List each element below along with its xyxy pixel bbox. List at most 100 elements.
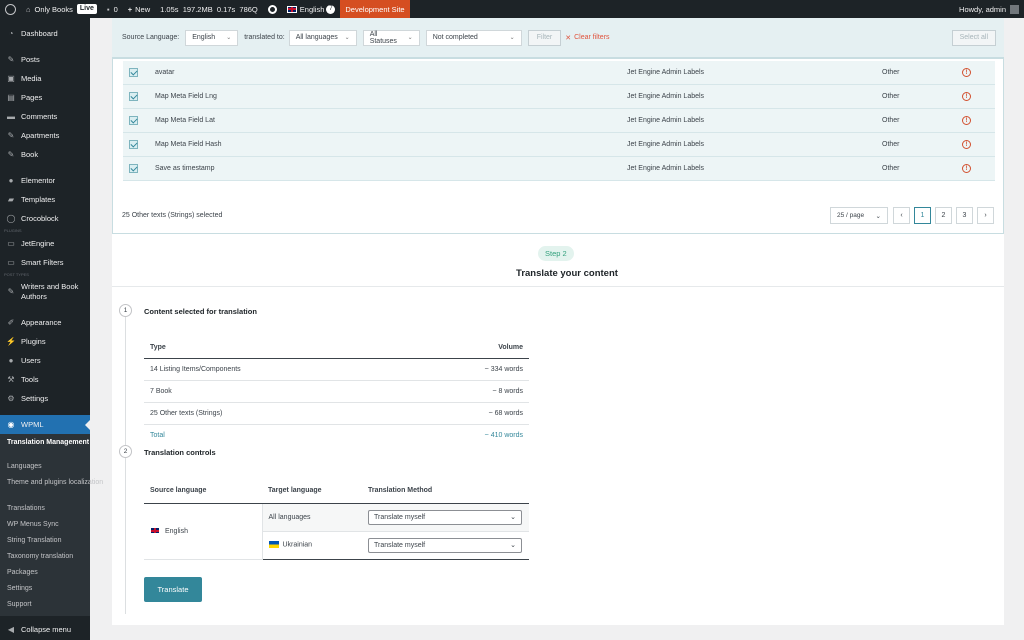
pin-icon: ✎ [7, 149, 15, 159]
select-all-button[interactable]: Select all [951, 29, 996, 46]
chevron-down-icon: ⌄ [407, 35, 413, 41]
plus-icon: + [127, 4, 133, 14]
warning-icon[interactable]: ! [962, 140, 971, 149]
submenu-settings[interactable]: Settings [0, 581, 90, 597]
collapse-menu-button[interactable]: ◀ Collapse menu [0, 620, 90, 639]
sidebar-item-media[interactable]: ▣ Media [0, 69, 90, 88]
target-languages-select[interactable]: All languages ⌄ [288, 29, 357, 46]
method-select-all-languages[interactable]: Translate myself ⌄ [368, 509, 522, 525]
page-3-button[interactable]: 3 [956, 207, 973, 224]
sidebar-item-elementor[interactable]: ● Elementor [0, 171, 90, 190]
sidebar-item-settings[interactable]: ⚙ Settings [0, 389, 90, 408]
comment-icon: ▬ [7, 111, 15, 121]
sidebar-item-tools[interactable]: ⚒ Tools [0, 370, 90, 389]
translated-to-label: translated to: [244, 34, 285, 41]
next-page-button[interactable]: › [977, 207, 994, 224]
prev-page-button[interactable]: ‹ [893, 207, 910, 224]
submenu-string-translation[interactable]: String Translation [0, 533, 90, 549]
clear-filters-link[interactable]: ✕ Clear filters [565, 34, 609, 42]
settings-icon: ⚙ [7, 393, 15, 403]
brush-icon: ✐ [7, 317, 15, 327]
submenu-wp-menus-sync[interactable]: WP Menus Sync [0, 517, 90, 533]
admin-bar: ⌂ Only Books Live ▪ 0 + New 1.05s 197.2MB 0.… [0, 0, 1024, 18]
sidebar-item-jetengine[interactable]: ▭ JetEngine [0, 234, 90, 253]
submenu-support[interactable]: Support [0, 597, 90, 613]
sidebar-item-posts[interactable]: ✎ Posts [0, 50, 90, 69]
chevron-down-icon: ⌄ [344, 35, 350, 41]
sidebar-item-crocoblock[interactable]: ◯ Crocoblock [0, 209, 90, 228]
table-row[interactable]: avatar Jet Engine Admin Labels Other ! [123, 61, 995, 85]
chevron-down-icon: ⌄ [510, 542, 516, 549]
comments-link[interactable]: ▪ 0 [102, 0, 123, 18]
col-type: Type [144, 338, 398, 359]
row-checkbox[interactable] [129, 140, 138, 149]
sidebar-item-dashboard[interactable]: ◔ Dashboard [0, 24, 90, 43]
crocoblock-icon: ◯ [6, 213, 16, 223]
sidebar-item-wpml[interactable]: ◉ WPML [0, 415, 90, 434]
site-name-link[interactable]: ⌂ Only Books Live [21, 0, 102, 18]
sidebar-item-users[interactable]: ● Users [0, 351, 90, 370]
row-checkbox[interactable] [129, 164, 138, 173]
row-checkbox[interactable] [129, 92, 138, 101]
completion-select[interactable]: Not completed ⌄ [425, 29, 522, 46]
pin-icon: ✎ [7, 54, 15, 64]
folder-icon: ▰ [7, 194, 15, 204]
sidebar-item-templates[interactable]: ▰ Templates [0, 190, 90, 209]
sidebar-item-pages[interactable]: ▤ Pages [0, 88, 90, 107]
col-source-language: Source language [144, 479, 262, 504]
wordpress-logo-icon[interactable] [0, 0, 21, 18]
plug-icon: ⚡ [6, 336, 16, 346]
main-content: Source Language: English ⌄ translated to:… [90, 18, 1024, 640]
warning-icon[interactable]: ! [962, 164, 971, 173]
submenu-theme-plugins-localization[interactable]: Theme and plugins localization [0, 475, 103, 501]
table-row[interactable]: Map Meta Field Hash Jet Engine Admin Lab… [123, 133, 995, 157]
row-checkbox[interactable] [129, 116, 138, 125]
submenu-translation-management[interactable]: Translation Management [0, 437, 90, 459]
wpml-icon: ◉ [7, 419, 15, 429]
development-site-badge[interactable]: Development Site [340, 0, 410, 18]
table-row: 25 Other texts (Strings) ~ 68 words [144, 402, 529, 425]
warning-icon[interactable]: ! [962, 116, 971, 125]
language-switcher[interactable]: English 7 [282, 0, 341, 18]
ukraine-flag-icon [268, 541, 279, 549]
query-monitor-link[interactable]: 1.05s 197.2MB 0.17s 786Q [155, 0, 263, 18]
wpml-icon[interactable] [263, 0, 282, 18]
row-checkbox[interactable] [129, 68, 138, 77]
sidebar-item-plugins[interactable]: ⚡ Plugins [0, 332, 90, 351]
sidebar-item-book[interactable]: ✎ Book [0, 145, 90, 164]
howdy-user-menu[interactable]: Howdy, admin [954, 0, 1024, 18]
translate-button[interactable]: Translate [144, 577, 202, 602]
uk-flag-icon [150, 527, 160, 535]
submenu-languages[interactable]: Languages [0, 459, 90, 475]
col-target-language: Target language [262, 479, 362, 504]
dashboard-icon: ◔ [8, 28, 14, 38]
warning-icon[interactable]: ! [962, 92, 971, 101]
status-select[interactable]: All Statuses ⌄ [362, 29, 420, 46]
table-row[interactable]: Map Meta Field Lng Jet Engine Admin Labe… [123, 85, 995, 109]
warning-icon[interactable]: ! [962, 68, 971, 77]
sidebar-item-apartments[interactable]: ✎ Apartments [0, 126, 90, 145]
sidebar-item-smart-filters[interactable]: ▭ Smart Filters [0, 253, 90, 272]
page-1-button[interactable]: 1 [914, 207, 931, 224]
section-title: Translate your content [516, 268, 618, 279]
submenu-translations[interactable]: Translations [0, 501, 90, 517]
sidebar-item-appearance[interactable]: ✐ Appearance [0, 313, 90, 332]
new-content-link[interactable]: + New [123, 0, 155, 18]
method-select-ukrainian[interactable]: Translate myself ⌄ [368, 537, 522, 553]
selection-summary: 25 Other texts (Strings) selected [122, 212, 223, 219]
per-page-select[interactable]: 25 / page ⌄ [830, 207, 888, 224]
table-row: English All languages Translate myself ⌄ [144, 503, 529, 560]
chevron-left-icon: ‹ [900, 212, 903, 219]
source-language-select[interactable]: English ⌄ [185, 29, 239, 46]
col-volume: Volume [397, 338, 529, 359]
uk-flag-icon [286, 5, 297, 13]
submenu-taxonomy-translation[interactable]: Taxonomy translation [0, 549, 90, 565]
sidebar-item-comments[interactable]: ▬ Comments [0, 107, 90, 126]
table-row[interactable]: Map Meta Field Lat Jet Engine Admin Labe… [123, 109, 995, 133]
sidebar-item-writers[interactable]: ✎ Writers and Book Authors [0, 278, 90, 306]
filter-button[interactable]: Filter [527, 29, 562, 46]
submenu-packages[interactable]: Packages [0, 565, 90, 581]
live-badge: Live [76, 4, 97, 14]
page-2-button[interactable]: 2 [935, 207, 952, 224]
table-row[interactable]: Save as timestamp Jet Engine Admin Label… [123, 157, 995, 181]
